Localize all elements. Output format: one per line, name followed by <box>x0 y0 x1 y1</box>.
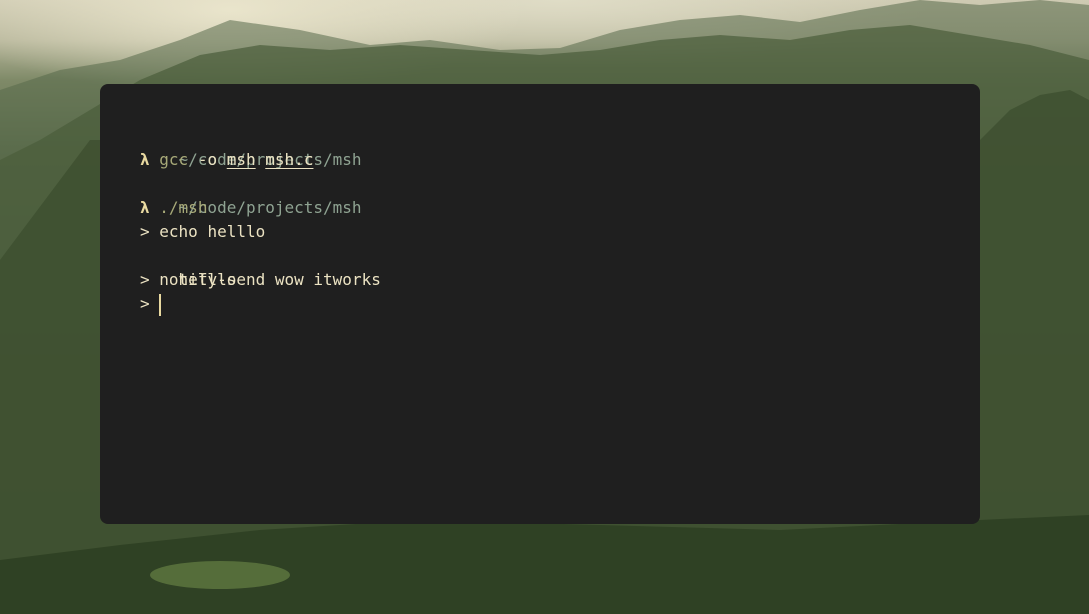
terminal-line-path-2: ~/code/projects/msh <box>140 172 980 217</box>
file-arg-output: msh <box>226 150 256 169</box>
msh-prompt: > <box>140 270 150 289</box>
command-name: ./msh <box>159 198 208 217</box>
input-text: echo helllo <box>159 222 266 241</box>
input-text: notify-send wow itworks <box>159 270 381 289</box>
terminal-line-command-gcc: λ gcc -o msh msh.c <box>140 148 980 172</box>
text-cursor <box>159 293 162 316</box>
terminal-line-path-1: ~/code/projects/msh <box>140 124 980 169</box>
terminal-window[interactable]: ~/code/projects/msh λ gcc -o msh msh.c ~… <box>100 84 980 524</box>
msh-prompt: > <box>140 222 150 241</box>
command-name: gcc <box>159 150 189 169</box>
file-arg-source: msh.c <box>265 150 314 169</box>
msh-prompt: > <box>140 294 150 313</box>
terminal-line-input-echo: > echo helllo <box>140 220 980 244</box>
lambda-prompt: λ <box>140 150 150 169</box>
terminal-line-input-notify: > notify-send wow itworks <box>140 268 980 292</box>
lambda-prompt: λ <box>140 198 150 217</box>
command-flag: -o <box>197 150 218 169</box>
terminal-line-output: helllo <box>140 244 980 289</box>
terminal-line-current-input[interactable]: > <box>140 292 980 316</box>
